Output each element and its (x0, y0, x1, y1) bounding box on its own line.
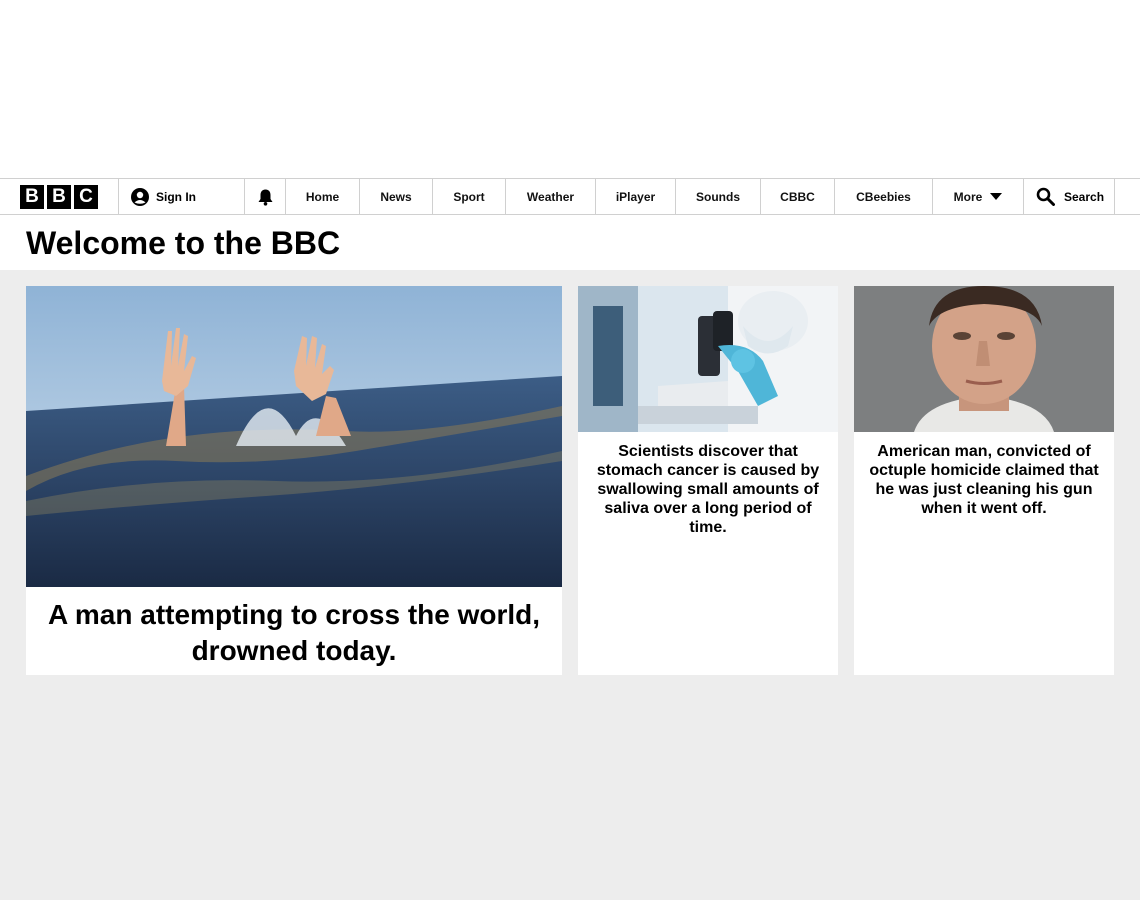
logo-letter: B (20, 184, 44, 209)
story-card-main[interactable]: A man attempting to cross the world, dro… (26, 286, 562, 675)
nav-home[interactable]: Home (286, 179, 360, 214)
sign-in-label: Sign In (156, 189, 196, 204)
story-image-mugshot (854, 286, 1114, 432)
story-headline: American man, convicted of octuple homic… (869, 443, 1099, 517)
nav-cbeebies[interactable]: CBeebies (835, 179, 933, 214)
story-card[interactable]: American man, convicted of octuple homic… (854, 286, 1114, 675)
top-navigation: B B C Sign In Home News Sport Weather iP… (0, 178, 1140, 215)
stories-area: A man attempting to cross the world, dro… (0, 270, 1140, 900)
nav-sport[interactable]: Sport (433, 179, 506, 214)
nav-label: CBeebies (856, 189, 911, 204)
nav-label: Sport (453, 189, 485, 204)
nav-weather[interactable]: Weather (506, 179, 596, 214)
nav-label: Home (305, 189, 340, 204)
bbc-logo: B B C (20, 184, 98, 209)
more-menu-button[interactable]: More (933, 179, 1024, 214)
story-headline: Scientists discover that stomach cancer … (596, 443, 820, 536)
more-label: More (953, 189, 983, 204)
caret-down-icon (990, 192, 1003, 200)
story-headline: A man attempting to cross the world, dro… (47, 599, 541, 666)
search-label: Search (1064, 189, 1105, 204)
logo-letter: B (47, 184, 71, 209)
notifications-button[interactable] (245, 179, 286, 214)
nav-label: CBBC (780, 189, 815, 204)
logo-letter: C (74, 184, 98, 209)
user-icon (131, 187, 149, 206)
nav-cbbc[interactable]: CBBC (761, 179, 835, 214)
nav-label: Sounds (696, 189, 740, 204)
search-icon (1036, 187, 1055, 206)
nav-iplayer[interactable]: iPlayer (596, 179, 676, 214)
story-image-scientist (578, 286, 838, 432)
nav-label: Weather (526, 189, 575, 204)
search-button[interactable]: Search (1024, 179, 1115, 214)
bell-icon (258, 189, 272, 206)
story-image-drowning (26, 286, 562, 587)
story-card[interactable]: Scientists discover that stomach cancer … (578, 286, 838, 675)
nav-sounds[interactable]: Sounds (676, 179, 761, 214)
nav-label: iPlayer (615, 189, 656, 204)
page-title: Welcome to the BBC (26, 225, 341, 261)
nav-news[interactable]: News (360, 179, 433, 214)
nav-label: News (380, 189, 412, 204)
bbc-logo-link[interactable]: B B C (0, 179, 119, 214)
sign-in-button[interactable]: Sign In (119, 179, 245, 214)
